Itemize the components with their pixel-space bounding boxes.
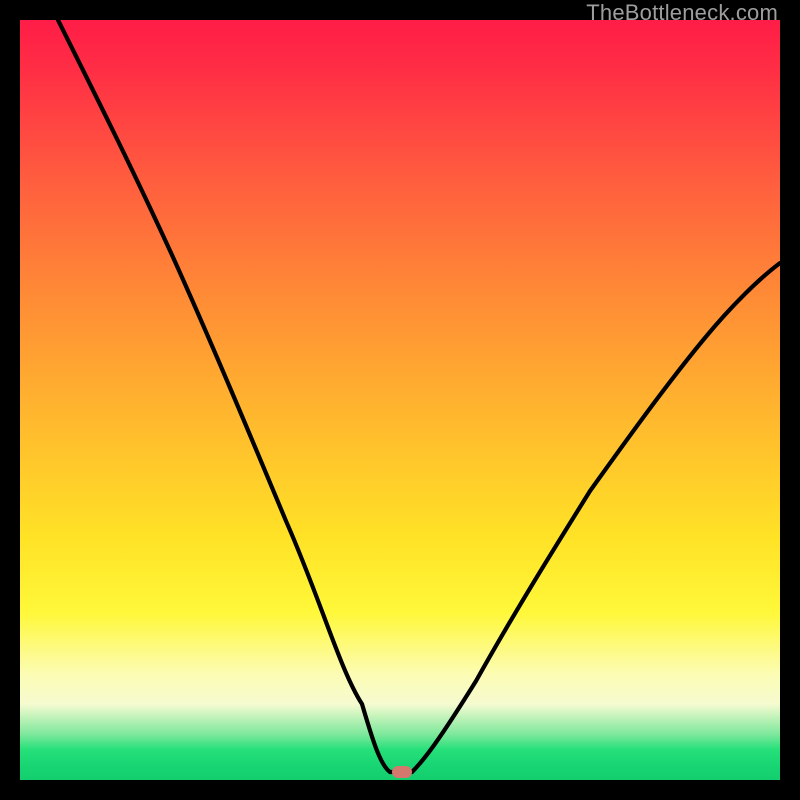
plot-area — [20, 20, 780, 780]
chart-stage: TheBottleneck.com — [0, 0, 800, 800]
bottleneck-curve — [20, 20, 780, 780]
optimum-marker — [392, 766, 412, 778]
